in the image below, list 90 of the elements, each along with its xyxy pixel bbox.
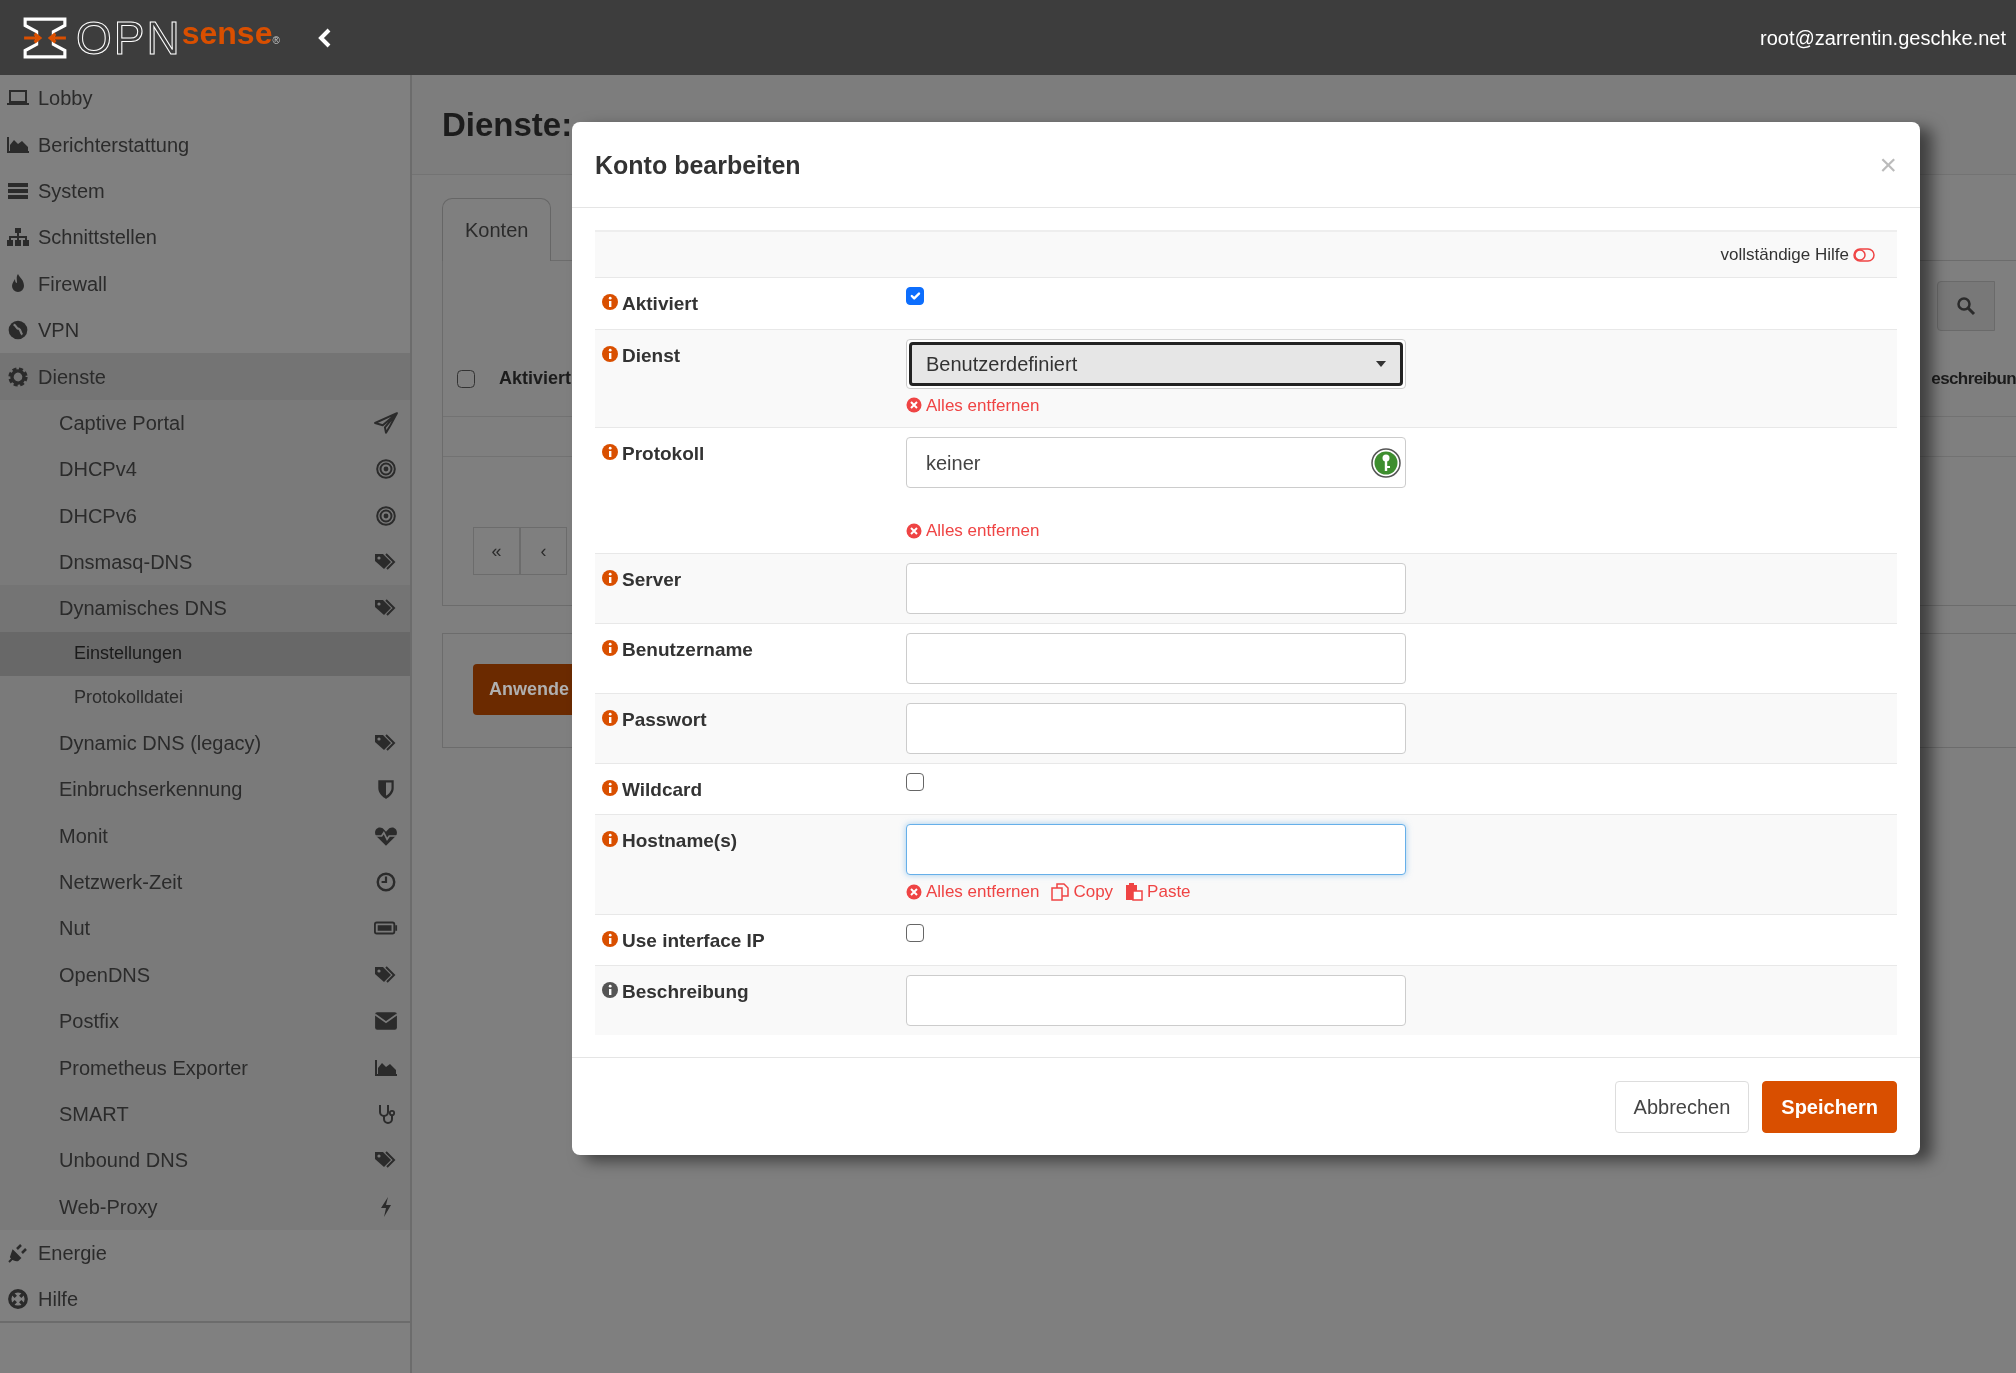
collapse-sidebar-button[interactable]: [317, 27, 332, 48]
field-label: Hostname(s): [622, 829, 738, 853]
checkbox[interactable]: [906, 923, 924, 942]
sidebar-item[interactable]: Dynamisches DNS: [0, 585, 410, 632]
paste-link[interactable]: Paste: [1125, 879, 1191, 905]
envelope-icon: [374, 1010, 398, 1033]
sidebar-item[interactable]: VPN: [0, 306, 410, 354]
field-label: Wildcard: [622, 777, 703, 802]
sidebar-item[interactable]: SMART: [0, 1090, 410, 1138]
lifebuoy-icon: [6, 1287, 30, 1310]
sidebar-item[interactable]: Firewall: [0, 260, 410, 307]
gear-icon: [6, 365, 30, 388]
caret-icon: [1376, 360, 1386, 367]
column-header: Aktiviert: [499, 367, 572, 390]
clear-all-link[interactable]: Alles entfernen: [906, 518, 1040, 544]
tab[interactable]: Konten: [442, 198, 552, 261]
logo-text: OPN: [76, 14, 182, 61]
field-label: Dienst: [622, 343, 681, 368]
select-all-checkbox[interactable]: [457, 369, 475, 388]
key-icon: [1371, 447, 1401, 478]
sidebar-item[interactable]: Hilfe: [0, 1276, 410, 1323]
sidebar-item[interactable]: Monit: [0, 812, 410, 859]
cancel-button[interactable]: Abbrechen: [1614, 1081, 1750, 1133]
sidebar-item[interactable]: Protokolldatei: [0, 675, 410, 720]
text-field[interactable]: [906, 975, 1406, 1026]
checkbox[interactable]: [906, 287, 924, 305]
network-icon: [6, 226, 30, 249]
apply-button[interactable]: Anwende: [473, 664, 572, 715]
sidebar-item[interactable]: Energie: [0, 1230, 410, 1277]
sidebar-item[interactable]: Lobby: [0, 75, 410, 122]
clock-icon: [374, 871, 398, 894]
sidebar-item[interactable]: Einbruchserkennung: [0, 766, 410, 813]
target-icon: [374, 458, 398, 481]
checkbox[interactable]: [906, 772, 924, 791]
sidebar-item[interactable]: Unbound DNS: [0, 1137, 410, 1184]
text-field[interactable]: [906, 632, 1406, 684]
clear-all-link[interactable]: Alles entfernen: [906, 879, 1040, 905]
sidebar-item[interactable]: System: [0, 167, 410, 215]
sidebar-item[interactable]: Nut: [0, 905, 410, 952]
sidebar-item[interactable]: OpenDNS: [0, 951, 410, 999]
sidebar-item[interactable]: Netzwerk-Zeit: [0, 858, 410, 906]
help-toggle-label: vollständige Hilfe: [1720, 243, 1849, 266]
pager-button[interactable]: ‹: [520, 527, 567, 575]
sidebar-item[interactable]: Postfix: [0, 998, 410, 1045]
field-label: Aktiviert: [622, 292, 699, 316]
sidebar-item[interactable]: DHCPv6: [0, 492, 410, 539]
logo-text: sense: [181, 16, 273, 49]
field-label: Beschreibung: [622, 980, 749, 1004]
chevron-left-icon: [317, 27, 332, 48]
field-label: Use interface IP: [622, 928, 765, 953]
sidebar-item[interactable]: Captive Portal: [0, 399, 410, 447]
field-label: Benutzername: [622, 637, 753, 662]
sidebar-item[interactable]: Dynamic DNS (legacy): [0, 719, 410, 767]
text-field[interactable]: [906, 702, 1406, 754]
clipboard-icon: [1125, 882, 1144, 901]
service-dropdown[interactable]: Benutzerdefiniert: [909, 341, 1403, 386]
pager-button[interactable]: «: [473, 527, 520, 575]
sidebar-item[interactable]: Einstellungen: [0, 631, 410, 676]
plug-icon: [6, 1242, 30, 1265]
logo-icon: [22, 16, 68, 59]
registered-mark: ®: [272, 34, 280, 48]
page-title: Dienste:: [442, 104, 573, 145]
field-label: Passwort: [622, 707, 707, 732]
protocol-field[interactable]: keiner: [906, 437, 1406, 488]
search-icon: [1956, 296, 1976, 316]
save-button[interactable]: Speichern: [1762, 1081, 1897, 1133]
clear-all-link[interactable]: Alles entfernen: [906, 392, 1040, 418]
sidebar-item[interactable]: Schnittstellen: [0, 214, 410, 261]
close-button[interactable]: ×: [1879, 149, 1897, 180]
dialog-title: Konto bearbeiten: [595, 149, 801, 180]
text-field[interactable]: [906, 824, 1406, 875]
column-header: eschreibun: [1931, 367, 2016, 390]
x-circle-icon: [906, 522, 922, 539]
sidebar-item[interactable]: Dienste: [0, 353, 410, 400]
copy-icon: [1051, 882, 1070, 901]
sidebar-item[interactable]: Prometheus Exporter: [0, 1044, 410, 1091]
field-label: Server: [622, 567, 682, 592]
x-circle-icon: [906, 883, 922, 900]
target-icon: [374, 504, 398, 527]
sidebar-item[interactable]: DHCPv4: [0, 446, 410, 493]
field-label: Protokoll: [622, 442, 705, 466]
sidebar-item[interactable]: Web-Proxy: [0, 1183, 410, 1230]
sidebar-item[interactable]: Dnsmasq-DNS: [0, 538, 410, 586]
sidebar-item[interactable]: Berichterstattung: [0, 121, 410, 168]
user-name[interactable]: root@zarrentin.geschke.net: [1760, 22, 2006, 53]
search-button[interactable]: [1937, 281, 1995, 331]
text-field[interactable]: [906, 562, 1406, 614]
paper-plane-icon: [374, 411, 398, 434]
copy-link[interactable]: Copy: [1051, 879, 1114, 905]
x-circle-icon: [906, 397, 922, 414]
